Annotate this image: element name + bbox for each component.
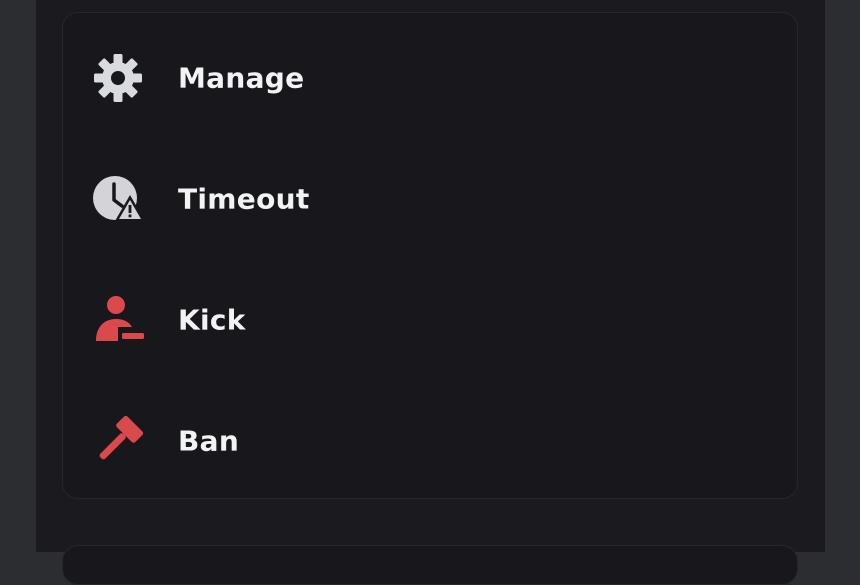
gear-icon <box>92 52 144 104</box>
kick-menu-item[interactable]: Kick <box>63 265 797 375</box>
ban-label: Ban <box>178 424 240 458</box>
next-section-card <box>62 545 798 585</box>
clock-warning-icon <box>92 173 145 225</box>
action-panel: Manage Timeout Kick Ban <box>36 0 825 585</box>
hammer-icon <box>92 415 144 467</box>
timeout-label: Timeout <box>178 182 310 216</box>
member-actions-menu: Manage Timeout Kick Ban <box>62 12 798 499</box>
ban-menu-item[interactable]: Ban <box>63 386 797 496</box>
manage-menu-item[interactable]: Manage <box>63 23 797 133</box>
timeout-menu-item[interactable]: Timeout <box>63 144 797 254</box>
kick-label: Kick <box>178 303 246 337</box>
user-remove-icon <box>92 294 144 346</box>
manage-label: Manage <box>178 61 305 95</box>
